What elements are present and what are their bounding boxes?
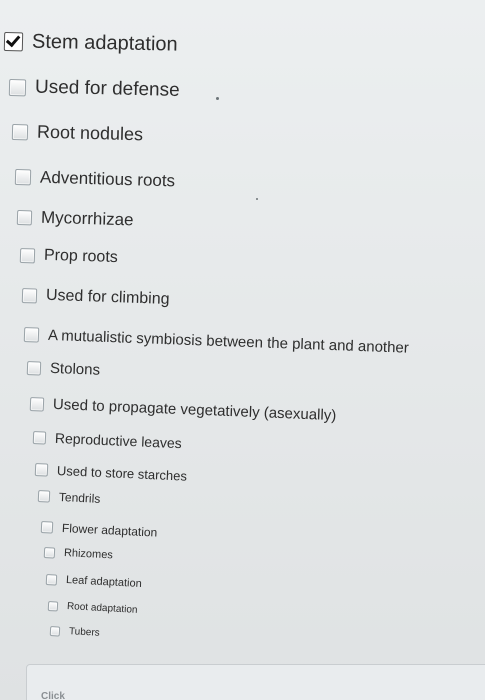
option-checkbox[interactable]	[47, 600, 59, 612]
screen-speck	[256, 198, 258, 200]
option-row[interactable]: Prop roots	[19, 246, 119, 267]
option-label: Flower adaptation	[61, 520, 158, 540]
option-label: Leaf adaptation	[65, 574, 143, 591]
option-label: Used to store starches	[56, 463, 188, 484]
option-row[interactable]: Root nodules	[11, 121, 144, 145]
option-label: Prop roots	[43, 247, 119, 267]
option-checkbox[interactable]	[37, 489, 51, 503]
option-row[interactable]: Used to store starches	[34, 462, 188, 484]
option-checkbox[interactable]	[40, 520, 54, 534]
option-row[interactable]: Used to propagate vegetatively (asexuall…	[29, 395, 337, 425]
option-checkbox[interactable]	[8, 78, 27, 96]
option-row[interactable]: Used for climbing	[21, 286, 170, 309]
option-checkbox[interactable]	[45, 573, 58, 586]
option-label: Tubers	[68, 626, 100, 639]
option-checkbox[interactable]	[23, 327, 40, 343]
answer-options-list: Stem adaptation Used for defense Root nodu…	[0, 0, 485, 700]
option-row[interactable]: Leaf adaptation	[45, 573, 143, 591]
screen-speck	[216, 97, 219, 100]
option-row[interactable]: A mutualistic symbiosis between the plan…	[23, 326, 410, 357]
option-checkbox[interactable]	[29, 396, 45, 412]
option-label: Root nodules	[36, 121, 144, 145]
option-label: Tendrils	[58, 489, 101, 506]
option-row[interactable]: Used for defense	[8, 76, 180, 102]
option-row[interactable]: Root adaptation	[47, 600, 138, 616]
option-label: Adventitious roots	[39, 167, 176, 191]
option-label: Used for defense	[34, 76, 180, 101]
option-checkbox[interactable]	[43, 546, 56, 559]
option-checkbox[interactable]	[19, 247, 36, 264]
option-row[interactable]: Stolons	[26, 359, 101, 379]
option-checkbox[interactable]	[11, 123, 29, 141]
option-row[interactable]: Adventitious roots	[14, 167, 176, 191]
option-row[interactable]: Reproductive leaves	[32, 429, 183, 451]
option-checkbox[interactable]	[26, 360, 42, 376]
option-row[interactable]: Rhizomes	[43, 546, 114, 562]
option-checkbox[interactable]	[3, 32, 24, 52]
option-checkbox[interactable]	[34, 463, 49, 477]
option-row[interactable]: Tendrils	[37, 489, 101, 506]
answer-input-box[interactable]: Click	[26, 664, 485, 700]
answer-input-placeholder: Click	[41, 691, 65, 700]
option-label: Stolons	[49, 359, 101, 379]
option-row[interactable]: Flower adaptation	[40, 520, 158, 540]
option-label: Mycorrhizae	[40, 207, 134, 230]
option-checkbox[interactable]	[49, 625, 61, 637]
option-label: Stem adaptation	[31, 30, 178, 56]
option-label: Rhizomes	[63, 547, 114, 562]
option-checkbox[interactable]	[32, 430, 47, 444]
option-checkbox[interactable]	[16, 209, 33, 225]
option-label: Used to propagate vegetatively (asexuall…	[52, 395, 337, 425]
option-row[interactable]: Stem adaptation	[3, 30, 178, 57]
option-label: Root adaptation	[66, 601, 138, 616]
option-label: A mutualistic symbiosis between the plan…	[47, 326, 410, 357]
option-row[interactable]: Mycorrhizae	[16, 207, 134, 230]
option-label: Used for climbing	[45, 287, 170, 309]
option-label: Reproductive leaves	[54, 429, 183, 451]
option-row[interactable]: Tubers	[49, 625, 100, 639]
option-checkbox[interactable]	[21, 287, 38, 304]
checkmark-icon	[5, 32, 21, 48]
option-checkbox[interactable]	[14, 168, 32, 186]
